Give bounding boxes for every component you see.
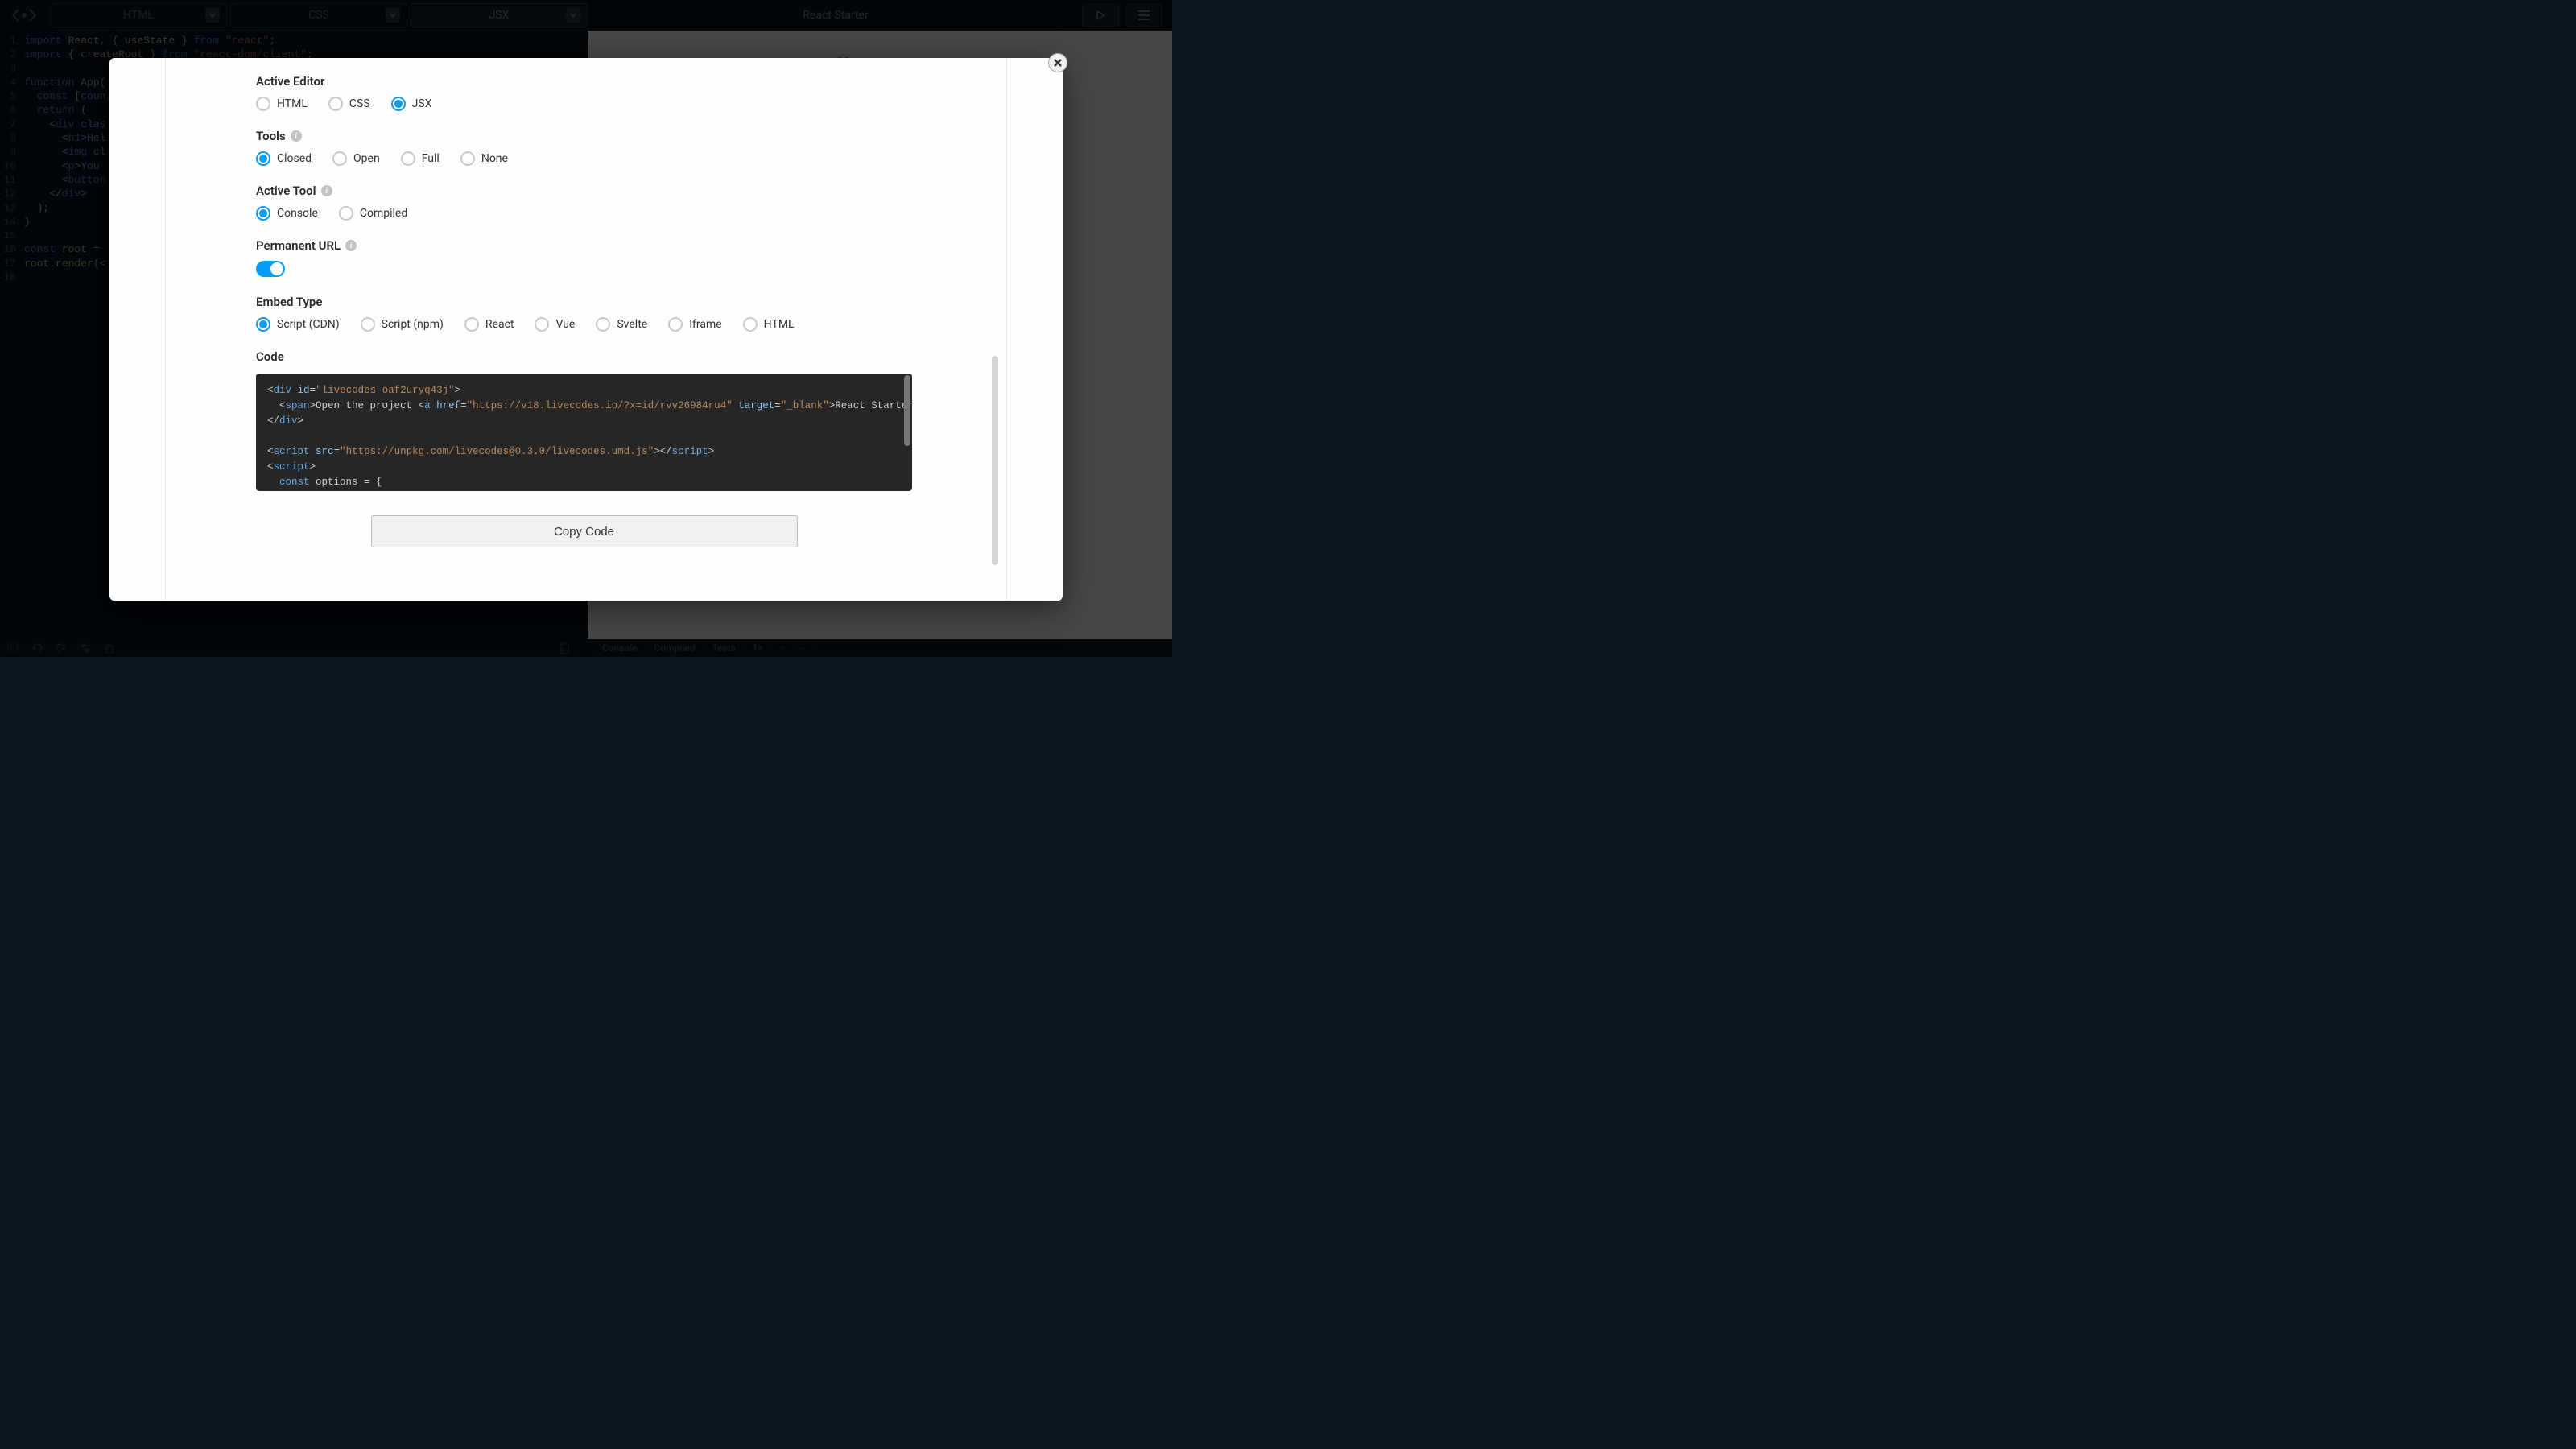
close-button[interactable] (1048, 53, 1067, 72)
section-title: Embed Type (256, 295, 912, 309)
radio-embed-type-script-cdn-[interactable]: Script (CDN) (256, 317, 340, 332)
radio-dot (339, 206, 353, 221)
section-title: Active Tool (256, 184, 316, 198)
modal-right-gutter (1006, 58, 1063, 601)
radio-label: Script (CDN) (277, 318, 340, 331)
radio-label: HTML (764, 318, 795, 331)
radio-dot (743, 317, 758, 332)
radio-dot (256, 151, 270, 166)
modal-scrollbar[interactable] (992, 356, 998, 565)
radio-active-editor-html[interactable]: HTML (256, 97, 308, 111)
section-title: Active Editor (256, 74, 912, 89)
radio-label: Open (353, 152, 380, 165)
radio-embed-type-react[interactable]: React (464, 317, 514, 332)
section-title: Tools (256, 129, 286, 143)
section-active-tool: Active Tool i Console Compiled (256, 184, 912, 221)
section-tools: Tools i Closed Open Full None (256, 129, 912, 166)
radio-tools-open[interactable]: Open (332, 151, 380, 166)
radio-label: Closed (277, 152, 312, 165)
modal-body: Active Editor HTML CSS JSX Tools i Closed O… (166, 58, 1006, 601)
radio-active-editor-css[interactable]: CSS (328, 97, 370, 111)
radio-label: Iframe (689, 318, 721, 331)
section-code: Code <div id="livecodes-oaf2uryq43j"> <s… (256, 349, 912, 491)
info-icon[interactable]: i (345, 240, 357, 251)
radio-dot (391, 97, 406, 111)
section-permanent-url: Permanent URL i (256, 238, 912, 277)
radio-label: HTML (277, 97, 308, 110)
radio-embed-type-vue[interactable]: Vue (535, 317, 575, 332)
radio-dot (328, 97, 343, 111)
radio-dot (361, 317, 375, 332)
radio-label: React (485, 318, 514, 331)
section-embed-type: Embed Type Script (CDN) Script (npm) React… (256, 295, 912, 332)
radio-embed-type-html[interactable]: HTML (743, 317, 795, 332)
radio-embed-type-iframe[interactable]: Iframe (668, 317, 721, 332)
radio-embed-type-script-npm-[interactable]: Script (npm) (361, 317, 444, 332)
radio-label: JSX (412, 97, 432, 110)
radio-dot (668, 317, 683, 332)
radio-label: Full (422, 152, 440, 165)
codebox-scrollbar[interactable] (904, 375, 910, 446)
radio-label: Script (npm) (382, 318, 444, 331)
radio-tools-closed[interactable]: Closed (256, 151, 312, 166)
radio-label: Svelte (617, 318, 647, 331)
modal-left-gutter (109, 58, 166, 601)
radio-dot (535, 317, 549, 332)
radio-label: Compiled (360, 207, 407, 220)
radio-active-editor-jsx[interactable]: JSX (391, 97, 432, 111)
radio-label: None (481, 152, 508, 165)
radio-dot (332, 151, 347, 166)
radio-label: Console (277, 207, 318, 220)
radio-dot (256, 317, 270, 332)
radio-tools-full[interactable]: Full (401, 151, 440, 166)
radio-label: CSS (349, 97, 370, 110)
section-active-editor: Active Editor HTML CSS JSX (256, 74, 912, 111)
code-preview[interactable]: <div id="livecodes-oaf2uryq43j"> <span>O… (256, 374, 912, 491)
info-icon[interactable]: i (321, 185, 332, 196)
radio-active-tool-console[interactable]: Console (256, 206, 318, 221)
info-icon[interactable]: i (291, 130, 302, 142)
radio-dot (401, 151, 415, 166)
section-title: Code (256, 349, 912, 364)
radio-dot (460, 151, 475, 166)
copy-code-button[interactable]: Copy Code (371, 515, 798, 547)
embed-modal: Active Editor HTML CSS JSX Tools i Closed O… (109, 58, 1063, 601)
radio-label: Vue (555, 318, 575, 331)
section-title: Permanent URL (256, 238, 341, 253)
radio-tools-none[interactable]: None (460, 151, 508, 166)
radio-active-tool-compiled[interactable]: Compiled (339, 206, 407, 221)
radio-dot (256, 206, 270, 221)
radio-dot (256, 97, 270, 111)
radio-embed-type-svelte[interactable]: Svelte (596, 317, 647, 332)
radio-dot (596, 317, 610, 332)
permanent-url-toggle[interactable] (256, 261, 285, 277)
radio-dot (464, 317, 479, 332)
